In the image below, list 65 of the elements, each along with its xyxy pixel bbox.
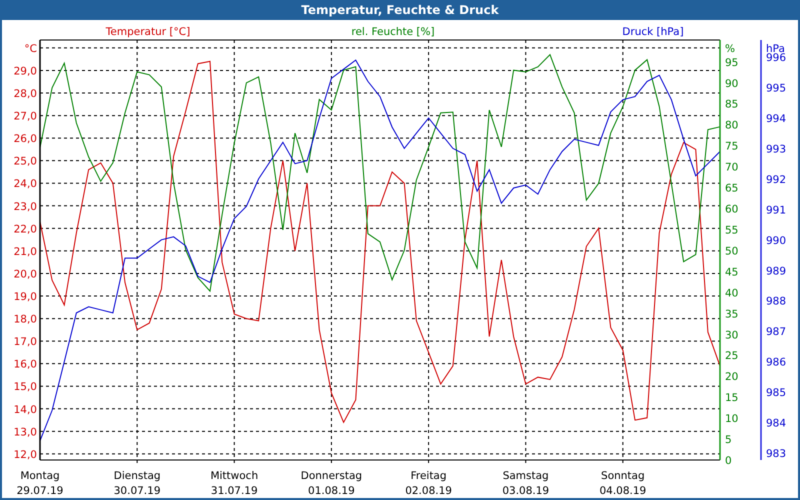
axis-tick-label: 986	[766, 356, 786, 369]
axis-tick-label: 983	[766, 448, 786, 460]
axis-tick-label: 70	[725, 162, 738, 174]
axis-tick-label: 25	[725, 350, 738, 362]
day-label: Freitag 02.08.19	[405, 470, 452, 497]
axis-tick-label: 90	[725, 78, 738, 90]
axis-tick-label: 22,0	[14, 223, 37, 236]
axis-tick-label: 21,0	[14, 246, 37, 258]
axis-tick-label: 12,0	[14, 448, 37, 461]
axis-tick-label: 85	[725, 98, 738, 111]
axis-tick-label: 0	[725, 455, 732, 467]
day-label: Mittwoch 31.07.19	[210, 470, 258, 497]
axis-tick-label: 989	[766, 265, 786, 278]
axis-tick-label: 10	[725, 413, 738, 426]
axis-tick-label: 60	[725, 204, 738, 216]
axis-tick-label: 20,0	[14, 268, 37, 280]
axis-tick-label: 14,0	[14, 404, 37, 416]
axis-tick-label: 20	[725, 371, 738, 384]
axis-tick-label: 993	[766, 143, 786, 156]
axis-tick-label: 991	[766, 204, 786, 216]
axis-tick-label: 994	[766, 112, 786, 125]
axis-tick-label: 18,0	[14, 314, 37, 326]
axis-tick-label: 45	[725, 266, 738, 278]
axis-tick-label: 95	[725, 56, 738, 69]
axis-tick-label: 16,0	[14, 358, 37, 371]
axis-tick-label: 35	[725, 308, 738, 320]
axis-tick-label: 28,0	[14, 88, 37, 100]
axis-tick-label: 15	[725, 392, 738, 404]
axis-tick-label: 995	[766, 82, 786, 95]
axis-tick-label: 996	[766, 52, 786, 64]
axis-tick-label: 40	[725, 287, 738, 300]
axis-tick-label: 23,0	[14, 200, 37, 213]
axis-tick-label: 984	[766, 418, 786, 430]
axis-tick-label: 80	[725, 120, 738, 132]
axis-tick-label: 985	[766, 387, 786, 400]
day-label: Sonntag 04.08.19	[599, 470, 646, 497]
day-label: Samstag 03.08.19	[502, 470, 550, 497]
day-label: Montag 29.07.19	[16, 470, 64, 497]
axis-tick-label: 15,0	[14, 381, 37, 394]
series-title: Druck [hPa]	[622, 26, 684, 38]
series-title: Temperatur [°C]	[106, 26, 190, 38]
axis-tick-label: 988	[766, 296, 786, 308]
series-title: rel. Feuchte [%]	[351, 26, 435, 38]
axis-tick-label: 19,0	[14, 291, 37, 304]
axis-tick-label: 75	[725, 140, 738, 153]
axis-tick-label: 24,0	[14, 178, 37, 190]
axis-tick-label: 50	[725, 245, 738, 258]
axis-tick-label: 990	[766, 234, 786, 247]
axis-tick-label: 13,0	[14, 426, 37, 438]
axis-tick-label: 25,0	[14, 156, 37, 168]
axis-tick-label: 26,0	[14, 133, 37, 146]
day-label: Dienstag 30.07.19	[114, 470, 161, 497]
axis-tick-label: 30	[725, 329, 738, 342]
axis-tick-label: 992	[766, 174, 786, 186]
axis-tick-label: 29,0	[14, 65, 37, 78]
axis-tick-label: 27,0	[14, 110, 37, 123]
axis-tick-label: 5	[725, 434, 732, 446]
axis-unit-label: %	[725, 43, 735, 55]
day-label: Donnerstag 01.08.19	[300, 470, 362, 497]
axis-tick-label: 65	[725, 182, 738, 195]
axis-tick-label: 55	[725, 224, 738, 236]
axis-unit-label: °C	[24, 43, 37, 55]
window-title: Temperatur, Feuchte & Druck	[300, 2, 500, 19]
axis-tick-label: 987	[766, 326, 786, 338]
axis-tick-label: 17,0	[14, 336, 37, 348]
